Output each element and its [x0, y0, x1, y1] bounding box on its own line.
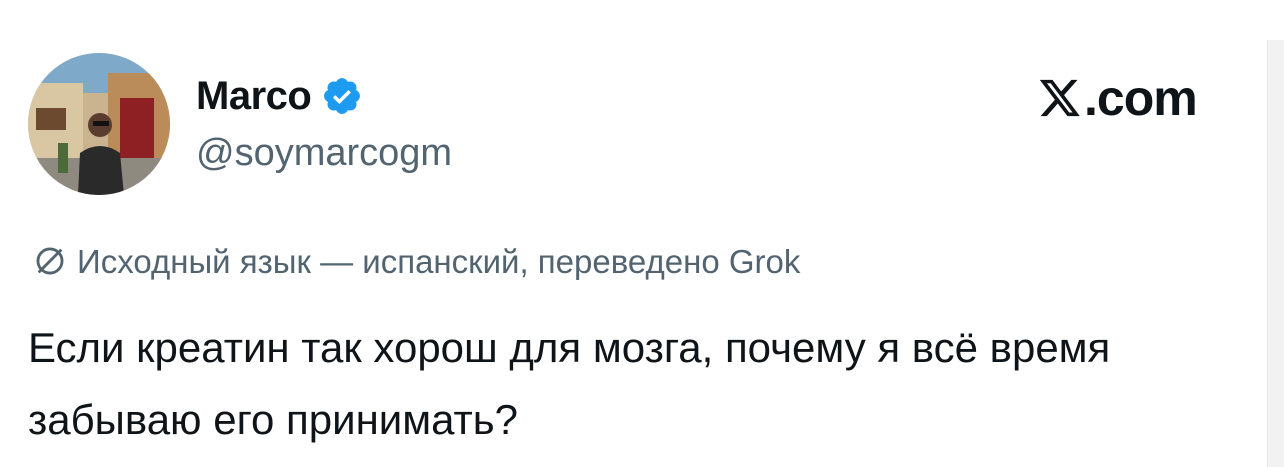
- display-name[interactable]: Marco: [196, 76, 312, 116]
- translation-notice[interactable]: Исходный язык — испанский, переведено Gr…: [33, 244, 800, 278]
- user-name-row: Marco: [196, 70, 363, 122]
- brand-logo[interactable]: .com: [1038, 70, 1198, 126]
- tweet-card: Marco @soymarcogm .com Исходный язык — и…: [0, 0, 1284, 467]
- x-logo-icon: [1039, 79, 1080, 117]
- brand-domain: .com: [1084, 70, 1198, 126]
- avatar[interactable]: [28, 53, 170, 195]
- translation-text: Исходный язык — испанский, переведено Gr…: [77, 242, 801, 280]
- translate-globe-icon: [36, 247, 64, 275]
- tweet-text: Если креатин так хорош для мозга, почему…: [28, 324, 1111, 443]
- scrollbar-track[interactable]: [1267, 40, 1284, 467]
- user-handle[interactable]: @soymarcogm: [196, 134, 452, 172]
- verified-badge-icon: [324, 78, 361, 114]
- avatar-photo: [28, 53, 170, 195]
